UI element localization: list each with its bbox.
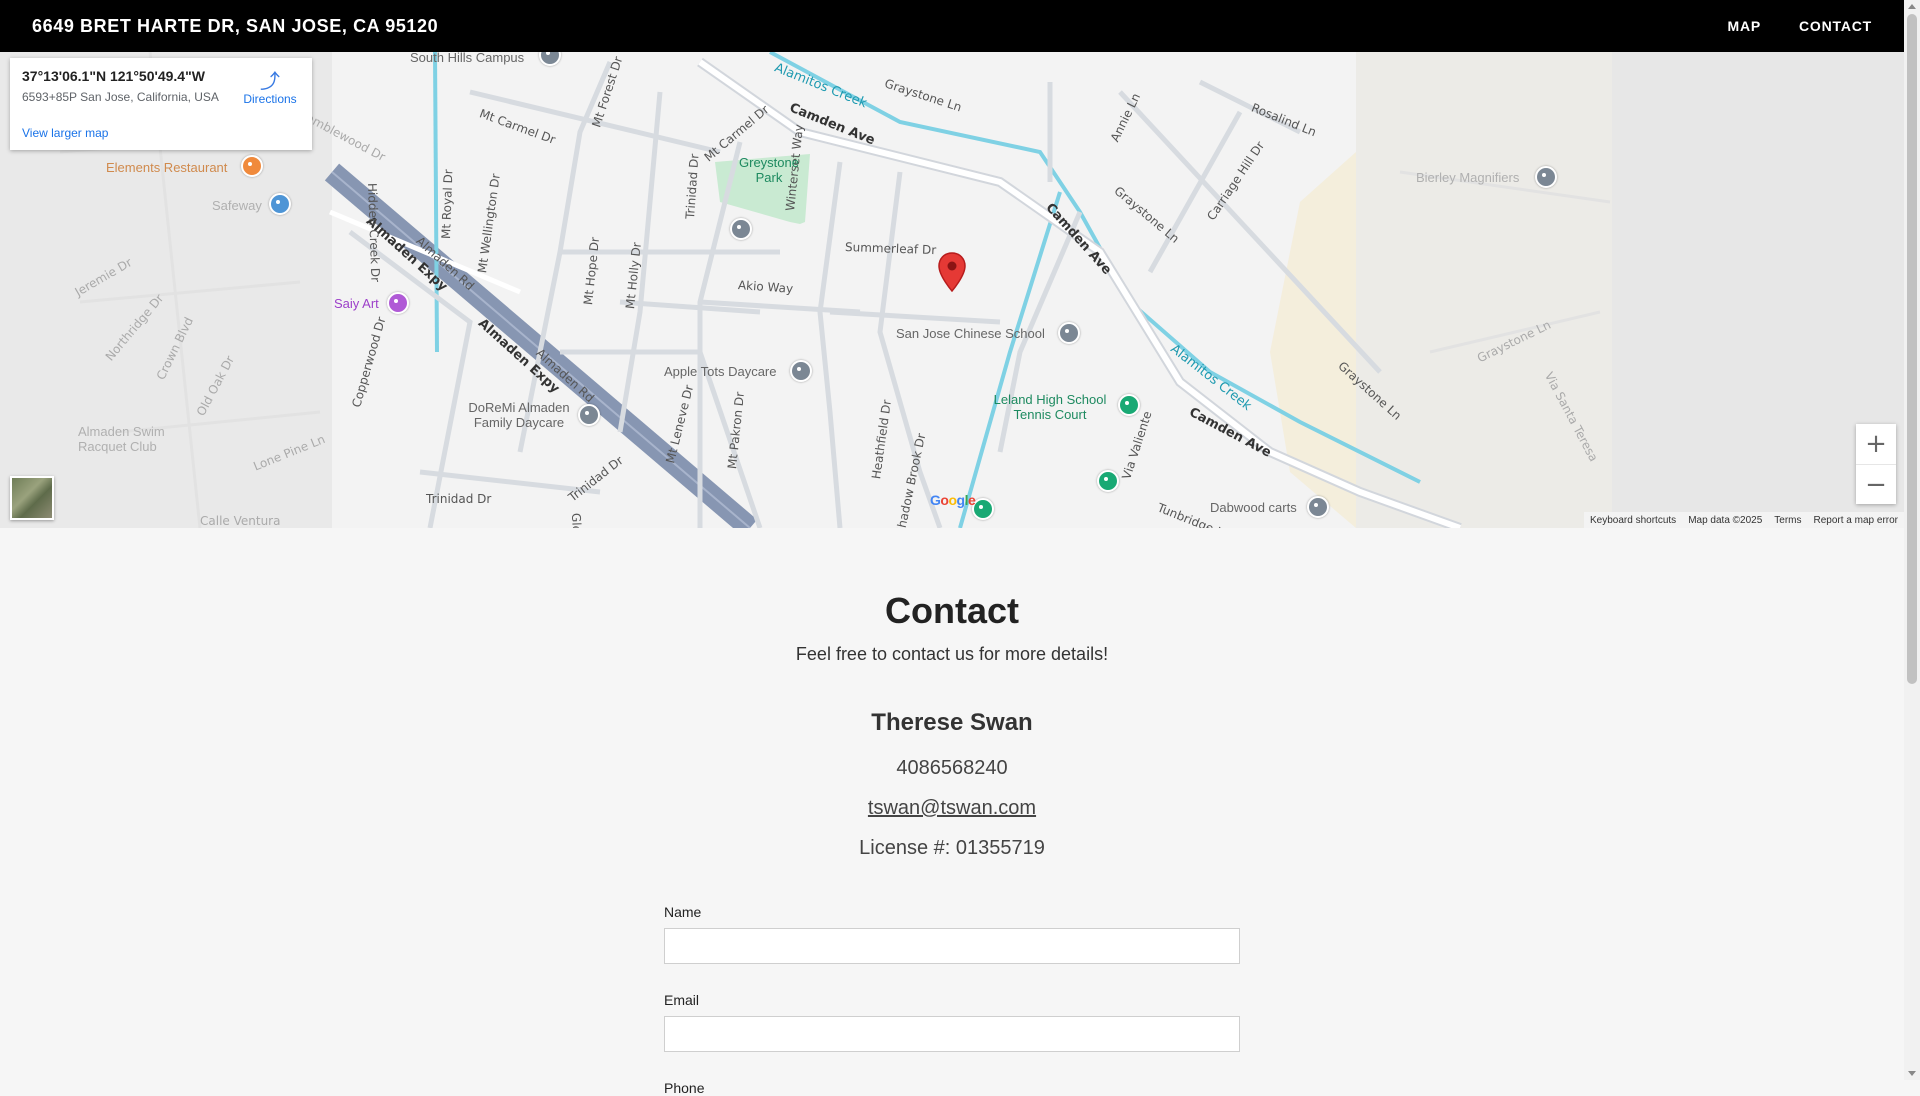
contact-subtitle: Feel free to contact us for more details… bbox=[795, 644, 1109, 664]
top-navbar: 6649 BRET HARTE DR, SAN JOSE, CA 95120 M… bbox=[0, 0, 1904, 52]
name-input[interactable] bbox=[664, 928, 1240, 964]
art-marker-icon[interactable] bbox=[387, 292, 409, 314]
poi-safeway[interactable]: Safeway bbox=[212, 198, 262, 213]
park-marker-icon[interactable] bbox=[1097, 470, 1119, 492]
plus-code-address: 6593+85P San Jose, California, USA bbox=[22, 90, 219, 104]
zoom-controls: + − bbox=[1856, 424, 1896, 504]
email-label: Email bbox=[664, 992, 700, 1008]
report-map-error-link[interactable]: Report a map error bbox=[1814, 515, 1898, 526]
name-label: Name bbox=[664, 904, 702, 920]
satellite-view-toggle[interactable] bbox=[10, 476, 54, 520]
agent-phone: 4086568240 bbox=[896, 757, 1008, 779]
park-marker-icon[interactable] bbox=[1118, 394, 1140, 416]
nav-links: MAP CONTACT bbox=[1689, 18, 1872, 34]
agent-email-link[interactable]: tswan@tswan.com bbox=[868, 797, 1036, 819]
daycare-marker-icon[interactable] bbox=[578, 404, 600, 426]
agent-license: License #: 01355719 bbox=[859, 837, 1045, 859]
poi-saiy-art[interactable]: Saiy Art bbox=[334, 296, 379, 311]
agent-email: tswan@tswan.com bbox=[0, 797, 1904, 820]
school-marker-icon[interactable] bbox=[730, 218, 752, 240]
email-input[interactable] bbox=[664, 1016, 1240, 1052]
property-address-title[interactable]: 6649 BRET HARTE DR, SAN JOSE, CA 95120 bbox=[32, 16, 438, 37]
park-marker-icon[interactable] bbox=[972, 498, 994, 520]
daycare-marker-icon[interactable] bbox=[790, 360, 812, 382]
coordinates-text: 37°13'06.1"N 121°50'49.4"W bbox=[22, 68, 205, 84]
poi-south-hills-campus[interactable]: South Hills Campus bbox=[410, 52, 524, 65]
zoom-in-button[interactable]: + bbox=[1856, 424, 1896, 464]
nav-contact-link[interactable]: CONTACT bbox=[1799, 18, 1872, 34]
map-attribution-bar: Keyboard shortcuts Map data ©2025 Terms … bbox=[1584, 512, 1904, 528]
street-label: Mt Royal Dr bbox=[439, 169, 456, 240]
shopping-marker-icon[interactable] bbox=[1535, 166, 1557, 188]
street-label: Calle Ventura bbox=[200, 514, 281, 528]
poi-apple-tots-daycare[interactable]: Apple Tots Daycare bbox=[664, 364, 777, 379]
directions-icon: ⤴ bbox=[260, 71, 280, 93]
nav-map-link[interactable]: MAP bbox=[1727, 18, 1761, 34]
poi-greystone-park[interactable]: Greystone Park bbox=[734, 155, 804, 185]
street-label: Glen Way bbox=[569, 513, 585, 528]
poi-almaden-swim-club[interactable]: Almaden Swim Racquet Club bbox=[78, 424, 178, 454]
page-scrollbar[interactable] bbox=[1904, 0, 1920, 1080]
poi-san-jose-chinese-school[interactable]: San Jose Chinese School bbox=[896, 326, 1045, 341]
google-logo: Google bbox=[930, 492, 976, 508]
embedded-map[interactable]: Camden Ave Camden Ave Camden Ave Alamito… bbox=[0, 52, 1904, 528]
restaurant-marker-icon[interactable] bbox=[241, 155, 263, 177]
poi-dabwood-carts[interactable]: Dabwood carts bbox=[1210, 500, 1297, 515]
shopping-marker-icon[interactable] bbox=[1307, 496, 1329, 518]
keyboard-shortcuts-link[interactable]: Keyboard shortcuts bbox=[1590, 515, 1676, 526]
contact-heading: Contact bbox=[885, 590, 1019, 631]
scroll-up-icon[interactable] bbox=[1908, 4, 1916, 9]
map-info-card: 37°13'06.1"N 121°50'49.4"W 6593+85P San … bbox=[10, 58, 312, 150]
scrollbar-thumb[interactable] bbox=[1907, 14, 1917, 684]
poi-leland-tennis-court[interactable]: Leland High School Tennis Court bbox=[990, 392, 1110, 422]
directions-button[interactable]: ⤴ Directions bbox=[238, 72, 302, 106]
map-data-text: Map data ©2025 bbox=[1688, 514, 1763, 526]
view-larger-map-link[interactable]: View larger map bbox=[22, 126, 108, 140]
scroll-down-icon[interactable] bbox=[1908, 1071, 1916, 1076]
poi-doremi-daycare[interactable]: DoReMi Almaden Family Daycare bbox=[464, 400, 574, 430]
agent-name: Therese Swan bbox=[871, 709, 1033, 736]
contact-form: Name Email Phone bbox=[664, 904, 1242, 1096]
street-label: Trinidad Dr bbox=[426, 492, 492, 506]
property-location-marker-icon[interactable] bbox=[938, 252, 966, 292]
school-marker-icon[interactable] bbox=[1058, 322, 1080, 344]
directions-label: Directions bbox=[243, 92, 297, 106]
poi-bierley-magnifiers[interactable]: Bierley Magnifiers bbox=[1416, 170, 1519, 185]
terms-link[interactable]: Terms bbox=[1774, 515, 1801, 526]
shopping-marker-icon[interactable] bbox=[269, 193, 291, 215]
poi-elements-restaurant[interactable]: Elements Restaurant bbox=[106, 160, 227, 175]
phone-label: Phone bbox=[664, 1080, 705, 1096]
zoom-out-button[interactable]: − bbox=[1856, 464, 1896, 505]
